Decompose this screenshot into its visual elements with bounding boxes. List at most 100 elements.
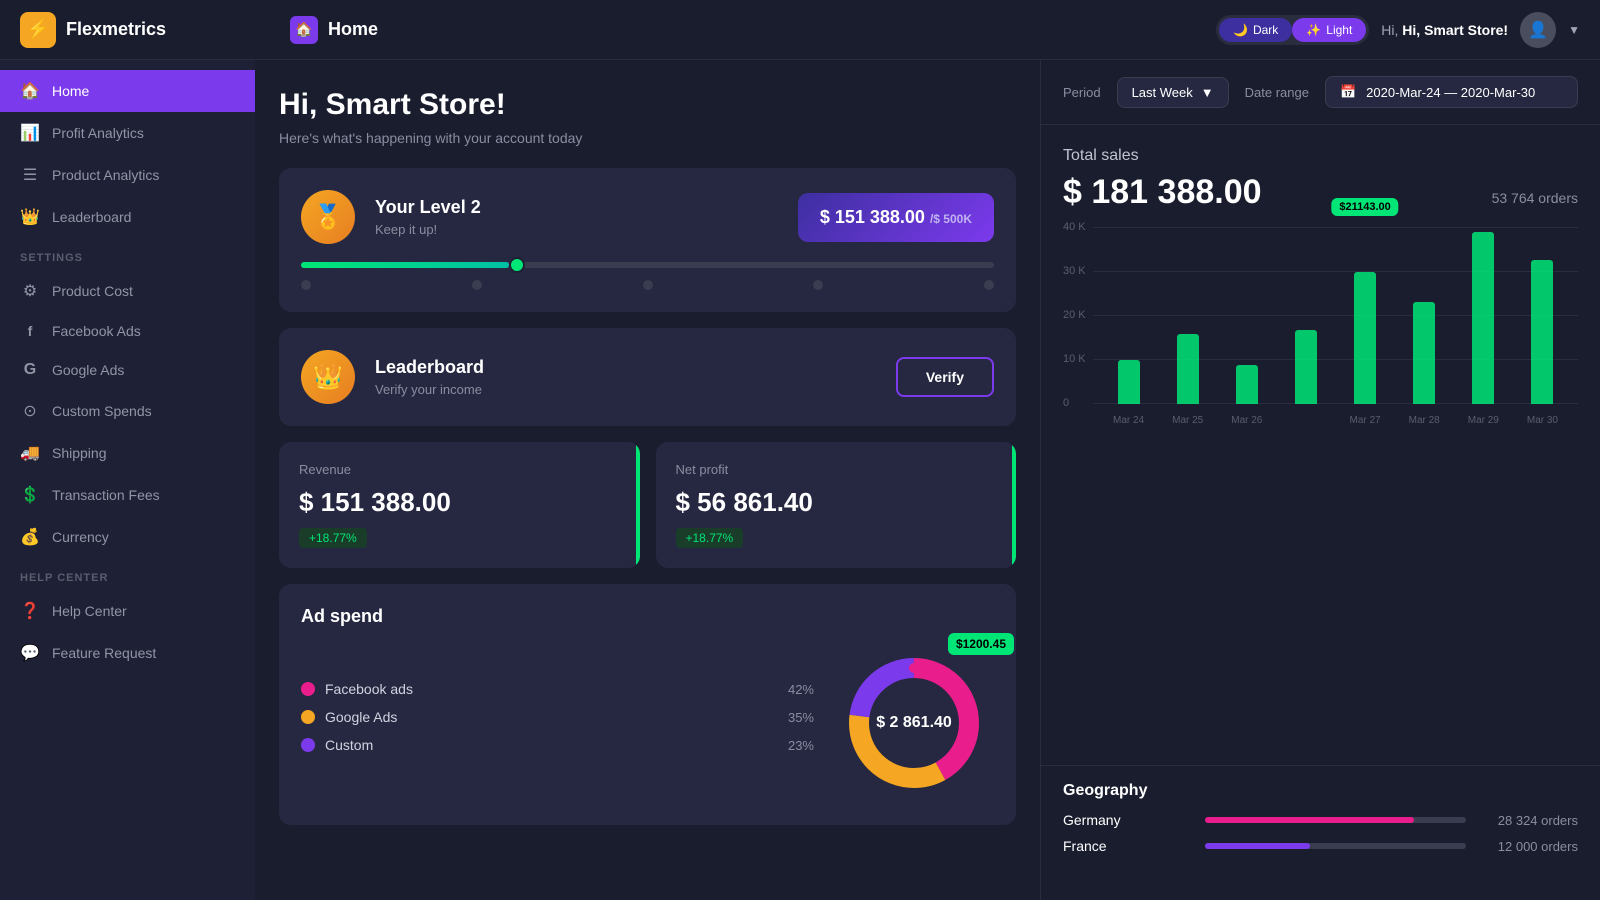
donut-indicator-dot: [909, 663, 919, 673]
sidebar-item-custom-spends[interactable]: ⊙ Custom Spends: [0, 390, 255, 432]
geo-item-germany: Germany 28 324 orders: [1063, 812, 1578, 828]
main-panel: Hi, Smart Store! Here's what's happening…: [255, 60, 1040, 900]
settings-section-label: SETTINGS: [0, 238, 255, 270]
geo-name-france: France: [1063, 838, 1193, 854]
calendar-icon: 📅: [1340, 84, 1356, 100]
ad-item-facebook: Facebook ads 42%: [301, 681, 814, 697]
bar-value-mar26b: [1295, 330, 1317, 404]
revenue-badge: +18.77%: [299, 528, 367, 548]
verify-button[interactable]: Verify: [896, 357, 994, 397]
bar-mar26b: [1278, 228, 1333, 404]
top-bar-center: 🏠 Home: [270, 16, 1216, 44]
sidebar-item-product-cost[interactable]: ⚙ Product Cost: [0, 270, 255, 312]
revenue-value: $ 151 388.00: [299, 487, 620, 518]
help-section-label: HELP CENTER: [0, 558, 255, 590]
sidebar-item-profit-analytics[interactable]: 📊 Profit Analytics: [0, 112, 255, 154]
custom-ads-label: Custom: [325, 737, 778, 753]
geo-fill-germany: [1205, 817, 1414, 823]
shipping-icon: 🚚: [20, 443, 40, 463]
metrics-row: Revenue $ 151 388.00 +18.77% Net profit …: [279, 442, 1016, 568]
sidebar-item-leaderboard[interactable]: 👑 Leaderboard: [0, 196, 255, 238]
donut-chart: $1200.45 $ 2: [834, 643, 994, 803]
home-icon: 🏠: [20, 81, 40, 101]
chevron-down-icon[interactable]: ▼: [1568, 23, 1580, 37]
y-label-40k: 40 K: [1063, 221, 1086, 233]
bar-value-mar29: [1472, 232, 1494, 404]
donut-tooltip: $1200.45: [948, 633, 1014, 655]
dark-mode-button[interactable]: 🌙 Dark: [1219, 18, 1292, 42]
geography-title: Geography: [1063, 782, 1578, 800]
sidebar-item-shipping[interactable]: 🚚 Shipping: [0, 432, 255, 474]
ad-spend-list: Facebook ads 42% Google Ads 35% Custom 2…: [301, 681, 814, 765]
sidebar-item-home[interactable]: 🏠 Home: [0, 70, 255, 112]
home-nav-icon: 🏠: [290, 16, 318, 44]
marker-1: [301, 280, 311, 290]
progress-dot: [509, 257, 525, 273]
facebook-icon: f: [20, 323, 40, 339]
bars-container: Mar 24 Mar 25 Mar 26: [1093, 228, 1578, 404]
level-card: 🏅 Your Level 2 Keep it up! $ 151 388.00 …: [279, 168, 1016, 312]
bar-mar25: Mar 25: [1160, 228, 1215, 404]
progress-fill: [301, 262, 509, 268]
leaderboard-subtitle: Verify your income: [375, 382, 876, 397]
geo-orders-germany: 28 324 orders: [1478, 813, 1578, 828]
transaction-icon: 💲: [20, 485, 40, 505]
bar-value-mar27: [1354, 272, 1376, 404]
bar-mar30: Mar 30: [1515, 228, 1570, 404]
sidebar-item-currency[interactable]: 💰 Currency: [0, 516, 255, 558]
content: Hi, Smart Store! Here's what's happening…: [255, 60, 1600, 900]
total-sales-label: Total sales: [1063, 147, 1578, 165]
bar-value-mar28: [1413, 302, 1435, 404]
leaderboard-info: Leaderboard Verify your income: [375, 357, 876, 397]
user-greeting: Hi, Hi, Smart Store!: [1381, 22, 1508, 38]
ad-item-custom: Custom 23%: [301, 737, 814, 753]
gear-icon: ⚙: [20, 281, 40, 301]
custom-ads-pct: 23%: [788, 738, 814, 753]
y-label-20k: 20 K: [1063, 309, 1086, 321]
sidebar-item-google-ads[interactable]: G Google Ads: [0, 350, 255, 390]
net-profit-value: $ 56 861.40: [676, 487, 997, 518]
period-select[interactable]: Last Week ▼: [1117, 77, 1229, 108]
bar-value-mar30: [1531, 260, 1553, 404]
light-mode-button[interactable]: ✨ Light: [1292, 18, 1366, 42]
leaderboard-title: Leaderboard: [375, 357, 876, 378]
theme-toggle: 🌙 Dark ✨ Light: [1216, 15, 1369, 45]
y-label-30k: 30 K: [1063, 265, 1086, 277]
google-dot: [301, 710, 315, 724]
level-subtitle: Keep it up!: [375, 222, 778, 237]
bar-mar27: $21143.00 Mar 27: [1338, 228, 1393, 404]
marker-5: [984, 280, 994, 290]
geo-bar-germany: [1205, 817, 1466, 823]
facebook-ads-label: Facebook ads: [325, 681, 778, 697]
marker-4: [813, 280, 823, 290]
sidebar-item-transaction-fees[interactable]: 💲 Transaction Fees: [0, 474, 255, 516]
sidebar-item-help-center[interactable]: ❓ Help Center: [0, 590, 255, 632]
avatar[interactable]: 👤: [1520, 12, 1556, 48]
donut-center: $ 2 861.40: [876, 714, 952, 732]
leaderboard-card: 👑 Leaderboard Verify your income Verify: [279, 328, 1016, 426]
ad-spend-content: Facebook ads 42% Google Ads 35% Custom 2…: [301, 643, 994, 803]
period-label: Period: [1063, 85, 1101, 100]
google-ads-pct: 35%: [788, 710, 814, 725]
level-icon: 🏅: [301, 190, 355, 244]
marker-3: [643, 280, 653, 290]
facebook-dot: [301, 682, 315, 696]
total-sales-section: Total sales $ 181 388.00 53 764 orders: [1041, 125, 1600, 228]
right-panel: Period Last Week ▼ Date range 📅 2020-Mar…: [1040, 60, 1600, 900]
y-label-0: 0: [1063, 397, 1069, 409]
help-icon: ❓: [20, 601, 40, 621]
sidebar-item-facebook-ads[interactable]: f Facebook Ads: [0, 312, 255, 350]
greeting-subtitle: Here's what's happening with your accoun…: [279, 130, 1016, 146]
sidebar-item-feature-request[interactable]: 💬 Feature Request: [0, 632, 255, 674]
top-bar-right: 🌙 Dark ✨ Light Hi, Hi, Smart Store! 👤 ▼: [1216, 12, 1580, 48]
sidebar-item-product-analytics[interactable]: ☰ Product Analytics: [0, 154, 255, 196]
net-profit-label: Net profit: [676, 462, 997, 477]
bar-mar26: Mar 26: [1219, 228, 1274, 404]
net-profit-badge: +18.77%: [676, 528, 744, 548]
date-range-picker[interactable]: 📅 2020-Mar-24 — 2020-Mar-30: [1325, 76, 1578, 108]
top-bar: ⚡ Flexmetrics 🏠 Home 🌙 Dark ✨ Light Hi, …: [0, 0, 1600, 60]
revenue-label: Revenue: [299, 462, 620, 477]
geo-orders-france: 12 000 orders: [1478, 839, 1578, 854]
donut-center-value: $ 2 861.40: [876, 714, 952, 732]
logo-icon: ⚡: [20, 12, 56, 48]
